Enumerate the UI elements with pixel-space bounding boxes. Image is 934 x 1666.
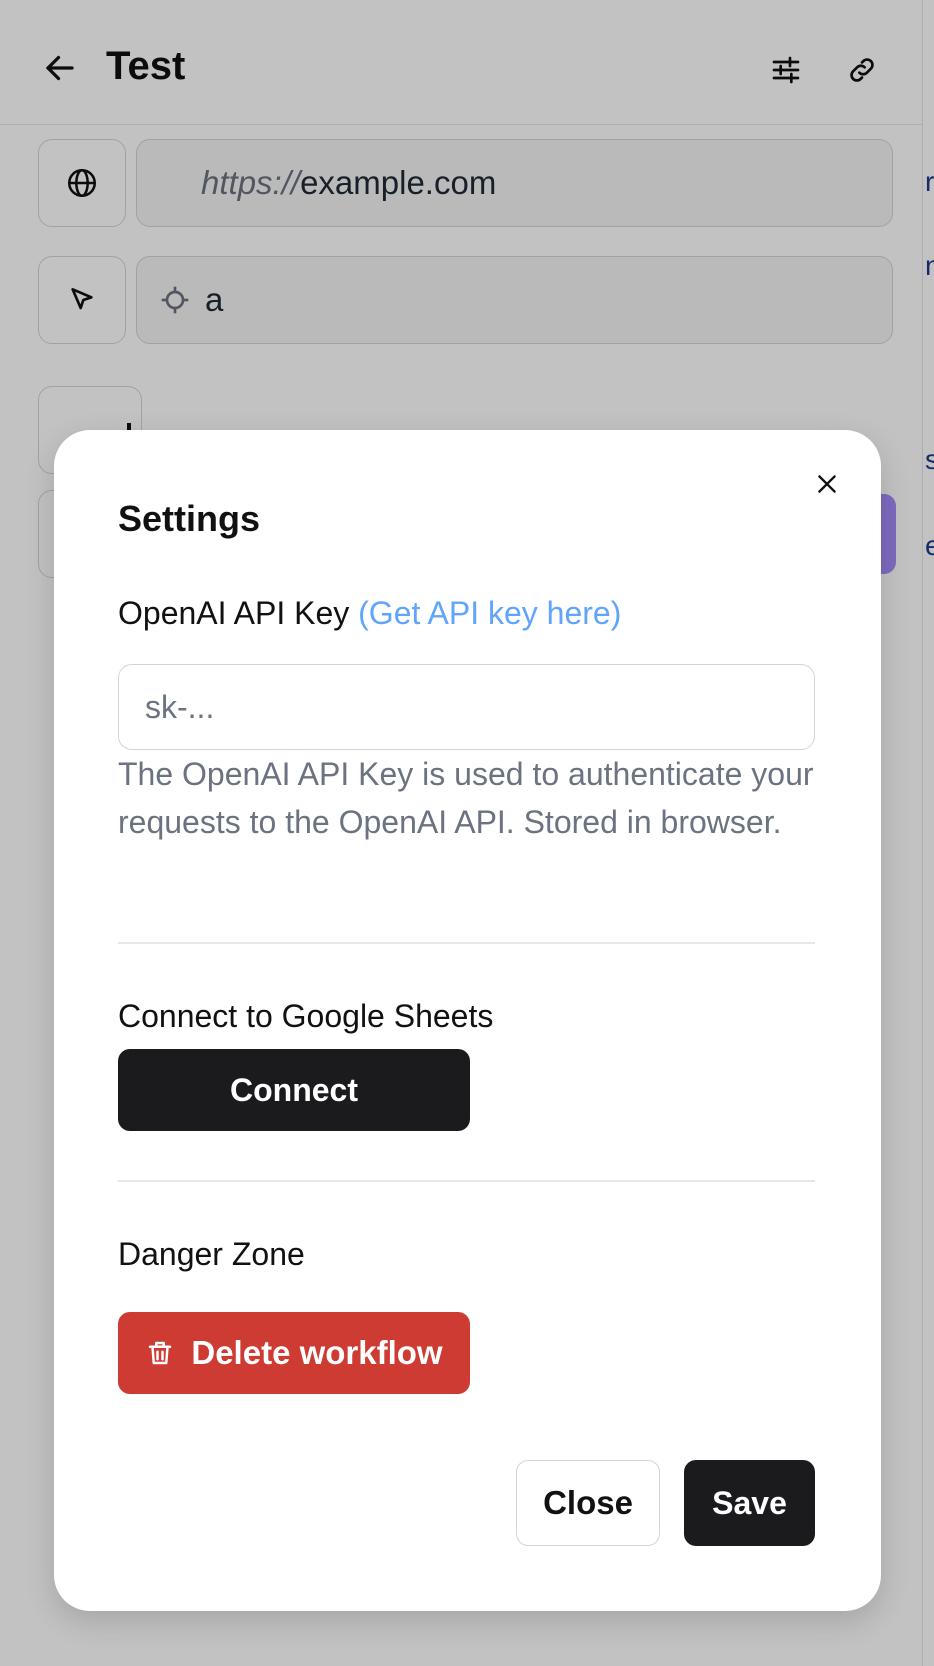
- api-key-label-row: OpenAI API Key (Get API key here): [118, 595, 621, 632]
- delete-workflow-label: Delete workflow: [191, 1334, 443, 1371]
- api-key-help-text: The OpenAI API Key is used to authentica…: [118, 756, 814, 840]
- sheets-section-label: Connect to Google Sheets: [118, 998, 494, 1034]
- api-key-input[interactable]: [118, 664, 815, 750]
- delete-workflow-button[interactable]: Delete workflow: [118, 1312, 470, 1394]
- settings-dialog: Settings OpenAI API Key (Get API key her…: [54, 430, 881, 1611]
- divider: [118, 942, 815, 944]
- dialog-title: Settings: [118, 498, 261, 539]
- connect-button[interactable]: Connect: [118, 1049, 470, 1131]
- close-dialog-button[interactable]: [807, 464, 847, 504]
- close-button[interactable]: Close: [516, 1460, 660, 1546]
- trash-icon: [149, 1341, 172, 1365]
- get-api-key-link[interactable]: (Get API key here): [358, 595, 621, 631]
- save-button[interactable]: Save: [684, 1460, 815, 1546]
- danger-zone-label: Danger Zone: [118, 1236, 305, 1272]
- api-key-label: OpenAI API Key: [118, 595, 350, 631]
- divider: [118, 1180, 815, 1182]
- close-icon: [818, 475, 836, 493]
